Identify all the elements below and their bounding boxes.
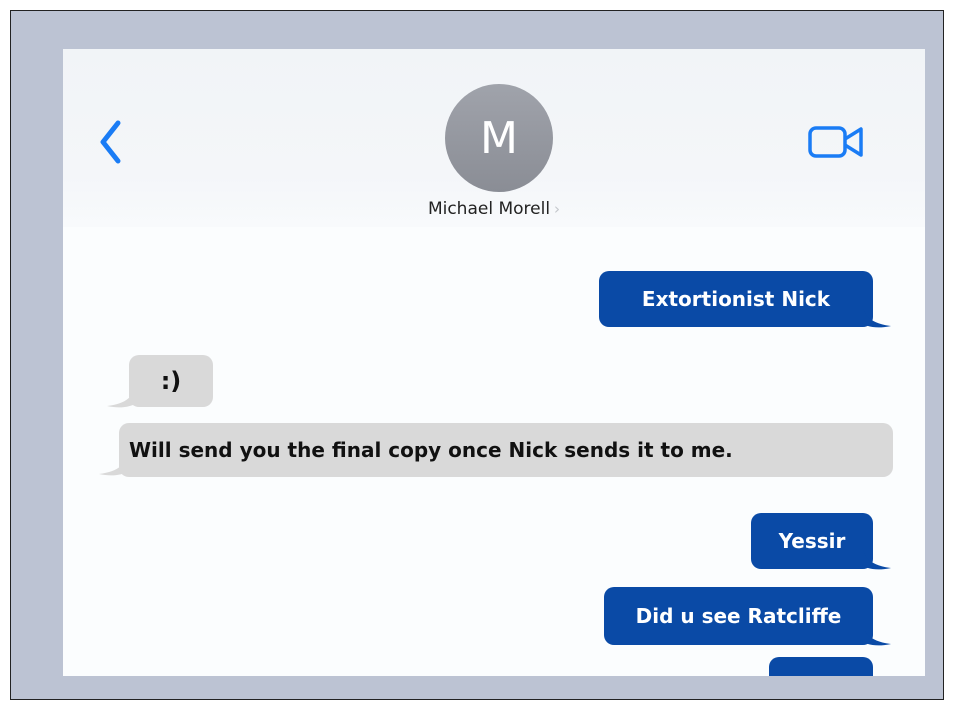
back-button[interactable] <box>93 117 133 167</box>
message-text: Will send you the final copy once Nick s… <box>129 438 733 462</box>
message-text: Yessir <box>778 529 846 553</box>
message-text: Extortionist Nick <box>641 287 831 311</box>
message-text: :) <box>160 367 182 395</box>
conversation-header: M Michael Morell › <box>63 49 925 227</box>
chevron-left-icon <box>100 120 121 164</box>
video-call-button[interactable] <box>807 122 867 162</box>
bubble-tail <box>859 541 891 570</box>
bubble-tail <box>859 617 891 646</box>
avatar-initial: M <box>480 112 518 164</box>
message-bubble-outgoing[interactable]: Extortionist Nick <box>599 271 873 327</box>
bubble-tail <box>859 299 891 328</box>
message-bubble-outgoing-partial[interactable] <box>769 657 873 676</box>
contact-name[interactable]: Michael Morell › <box>63 199 925 219</box>
screenshot-frame: M Michael Morell › Extortionist Nick :) … <box>10 10 944 700</box>
message-text: Did u see Ratcliffe <box>635 604 842 628</box>
message-bubble-outgoing[interactable]: Did u see Ratcliffe <box>604 587 873 645</box>
chevron-right-icon: › <box>554 200 561 218</box>
message-bubble-incoming[interactable]: Will send you the final copy once Nick s… <box>119 423 893 477</box>
contact-name-label: Michael Morell <box>427 199 551 219</box>
messages-screen: M Michael Morell › Extortionist Nick :) … <box>63 49 925 676</box>
video-camera-icon <box>808 126 863 158</box>
message-bubble-incoming[interactable]: :) <box>129 355 213 407</box>
message-bubble-outgoing[interactable]: Yessir <box>751 513 873 569</box>
avatar[interactable]: M <box>445 84 553 192</box>
